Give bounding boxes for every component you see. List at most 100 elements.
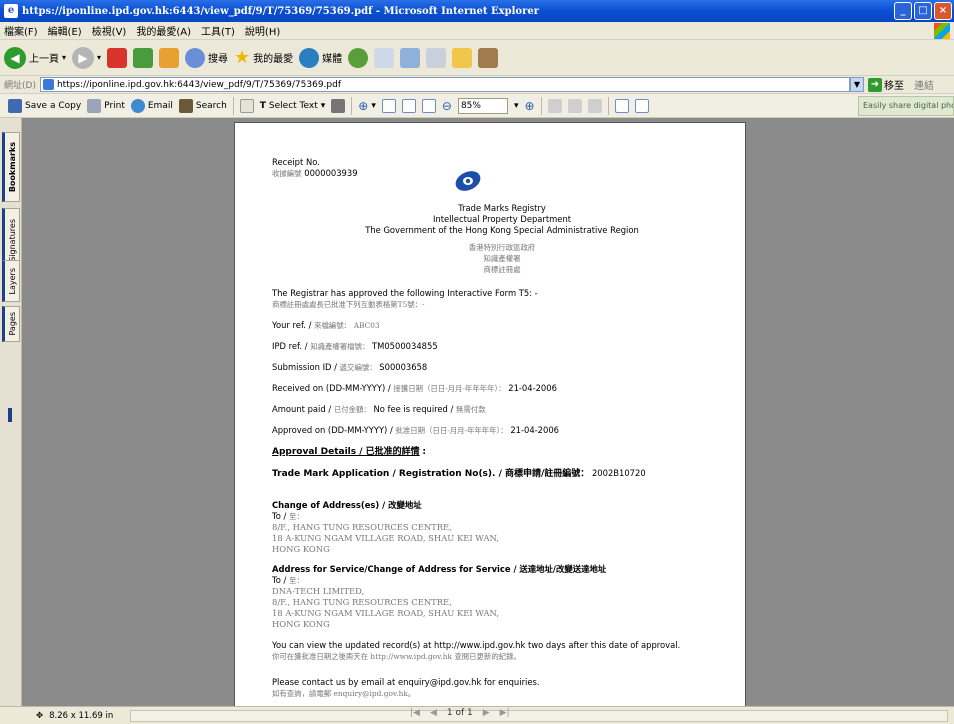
- address-bar: 網址(D) https://iponline.ipd.gov.hk:6443/v…: [0, 76, 954, 94]
- rotate-ccw-icon[interactable]: [547, 98, 562, 113]
- zoom-level-dropdown-icon[interactable]: ▾: [514, 101, 519, 111]
- forward-dropdown-icon[interactable]: ▾: [97, 53, 101, 62]
- window-title-bar[interactable]: e https://iponline.ipd.gov.hk:6443/view_…: [0, 0, 954, 22]
- maximize-button[interactable]: □: [914, 2, 932, 20]
- receipt-number: 0000003939: [304, 168, 358, 178]
- approved-value: 21-04-2006: [510, 425, 559, 435]
- back-label: 上一頁: [29, 54, 59, 65]
- zoom-dropdown-icon[interactable]: ▾: [371, 101, 376, 111]
- snapshot-icon[interactable]: [331, 98, 346, 113]
- address-dropdown-icon[interactable]: ▼: [849, 77, 864, 92]
- share-photos-banner[interactable]: Easily share digital photo: [858, 96, 954, 116]
- history-icon[interactable]: [348, 47, 369, 68]
- page-size-icon: ✥: [36, 710, 44, 721]
- actual-size-icon[interactable]: [381, 98, 396, 113]
- receipt-label: Receipt No.: [272, 157, 320, 167]
- menu-tools[interactable]: 工具(T): [201, 23, 235, 38]
- horizontal-scrollbar[interactable]: [130, 710, 948, 722]
- save-copy-button[interactable]: Save a Copy: [8, 98, 81, 113]
- help-icon[interactable]: [634, 98, 649, 113]
- menu-file[interactable]: 檔案(F): [4, 23, 38, 38]
- print-label: Print: [104, 100, 125, 111]
- create-pdf-icon[interactable]: [614, 98, 629, 113]
- print-icon[interactable]: [400, 47, 421, 68]
- tab-pages[interactable]: Pages: [2, 306, 20, 342]
- document-icon[interactable]: [587, 98, 602, 113]
- page-navigation: |◀ ◀ 1 of 1 ▶ ▶|: [410, 708, 510, 718]
- menu-edit[interactable]: 編輯(E): [48, 23, 82, 38]
- research-icon[interactable]: [478, 47, 499, 68]
- prev-page-icon[interactable]: ◀: [430, 708, 437, 718]
- minimize-button[interactable]: _: [894, 2, 912, 20]
- favorites-label: 我的最愛: [253, 54, 294, 65]
- media-button[interactable]: 媒體: [299, 47, 343, 68]
- edit-icon[interactable]: [426, 47, 447, 68]
- stop-icon[interactable]: [107, 47, 128, 68]
- org-cn-2: 知識產權署: [483, 254, 521, 263]
- panel-resize-handle[interactable]: [8, 408, 12, 422]
- search-pdf-button[interactable]: Search: [178, 98, 227, 113]
- select-text-button[interactable]: T Select Text ▾: [260, 101, 326, 111]
- navigation-panel: Bookmarks Signatures Layers Pages: [0, 118, 22, 706]
- favorites-button[interactable]: ★ 我的最愛: [234, 47, 293, 68]
- tab-layers[interactable]: Layers: [2, 260, 20, 302]
- fit-width-icon[interactable]: [421, 98, 436, 113]
- toolbar-separator: [232, 96, 234, 115]
- go-button[interactable]: ➜ 移至: [867, 77, 904, 92]
- tab-signatures-label: Signatures: [7, 218, 17, 262]
- address-input[interactable]: https://iponline.ipd.gov.hk:6443/view_pd…: [39, 77, 850, 92]
- home-icon[interactable]: [159, 47, 180, 68]
- mail-icon[interactable]: [374, 47, 395, 68]
- change-heading: Change of Address(es) / 改變地址: [272, 500, 422, 510]
- toolbar-separator: [540, 96, 542, 115]
- media-label: 媒體: [322, 54, 343, 65]
- view-records-cn: 你可在獲批准日期之後兩天在 http://www.ipd.gov.hk 查閱已更…: [272, 652, 521, 661]
- fit-page-icon[interactable]: [401, 98, 416, 113]
- email-label: Email: [147, 100, 173, 111]
- intro-en: The Registrar has approved the following…: [272, 288, 538, 298]
- amount-value: No fee is required /: [373, 404, 454, 414]
- org-cn-3: 商標註冊處: [483, 265, 521, 274]
- change-address-1: 8/F., HANG TUNG RESOURCES CENTRE,: [272, 522, 452, 532]
- last-page-icon[interactable]: ▶|: [500, 708, 510, 718]
- menu-help[interactable]: 說明(H): [245, 23, 280, 38]
- close-button[interactable]: ×: [934, 2, 952, 20]
- refresh-icon[interactable]: [133, 47, 154, 68]
- forward-button[interactable]: ▶ ▾: [72, 46, 101, 69]
- links-button[interactable]: 連結: [914, 77, 934, 92]
- pdf-document-view[interactable]: Receipt No. 收據編號 0000003939 Trade Marks …: [22, 118, 954, 706]
- back-dropdown-icon[interactable]: ▾: [62, 53, 66, 62]
- print-button[interactable]: Print: [87, 98, 125, 113]
- zoom-out-icon[interactable]: ⊖: [442, 99, 452, 113]
- approval-colon: :: [422, 447, 426, 457]
- received-value: 21-04-2006: [508, 383, 557, 393]
- change-address-2: 18 A-KUNG NGAM VILLAGE ROAD, SHAU KEI WA…: [272, 533, 499, 543]
- search-pdf-label: Search: [195, 100, 227, 111]
- zoom-in-icon: ⊕: [358, 98, 369, 113]
- zoom-tool-button[interactable]: ⊕ ▾: [358, 99, 376, 113]
- approved-cn: 批准日期（日日-月月-年年年年）：: [395, 426, 508, 435]
- email-button[interactable]: Email: [130, 98, 173, 113]
- menu-view[interactable]: 檢視(V): [92, 23, 127, 38]
- zoom-level-input[interactable]: 85%: [457, 97, 508, 114]
- select-dropdown-icon[interactable]: ▾: [321, 101, 326, 111]
- back-button[interactable]: ◀ 上一頁 ▾: [4, 46, 66, 69]
- view-records-en: You can view the updated record(s) at ht…: [272, 640, 681, 650]
- go-label: 移至: [883, 81, 904, 92]
- your-ref-label: Your ref. /: [272, 320, 312, 330]
- first-page-icon[interactable]: |◀: [410, 708, 420, 718]
- email-icon: [130, 98, 145, 113]
- rotate-cw-icon[interactable]: [567, 98, 582, 113]
- zoom-in-button-icon[interactable]: ⊕: [524, 99, 534, 113]
- hand-tool-icon[interactable]: [239, 98, 254, 113]
- intro-cn: 商標註冊處處長已批准下列互動表格第T5號：-: [272, 300, 425, 309]
- next-page-icon[interactable]: ▶: [483, 708, 490, 718]
- folder-icon[interactable]: [452, 47, 473, 68]
- menu-favorites[interactable]: 我的最愛(A): [136, 23, 191, 38]
- tab-bookmarks[interactable]: Bookmarks: [2, 132, 20, 202]
- page-indicator: 1 of 1: [446, 708, 473, 718]
- search-button[interactable]: 搜尋: [185, 47, 228, 68]
- amount-cn: 已付金額：: [333, 405, 371, 414]
- address-url: https://iponline.ipd.gov.hk:6443/view_pd…: [56, 79, 342, 90]
- service-to-label: To /: [272, 575, 287, 585]
